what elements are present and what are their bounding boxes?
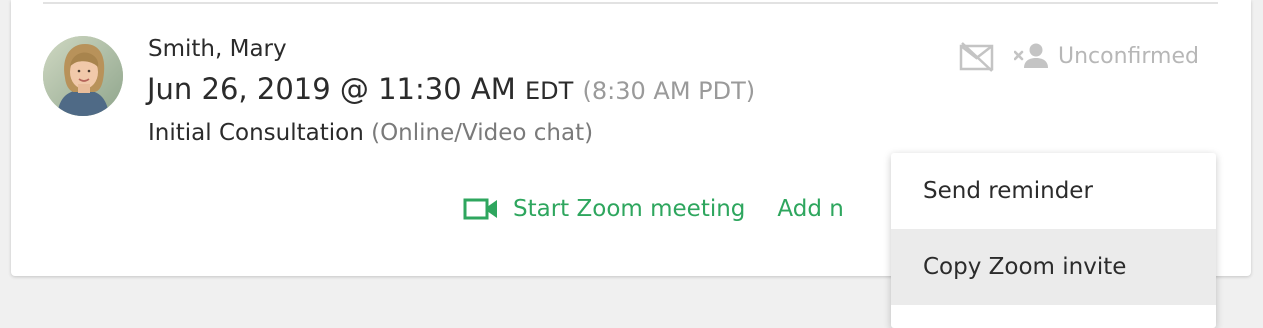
- menu-item-label: Copy Zoom invite: [923, 254, 1127, 280]
- start-zoom-meeting-link[interactable]: Start Zoom meeting: [463, 196, 745, 222]
- service-line: Initial Consultation (Online/Video chat): [148, 120, 593, 146]
- add-link[interactable]: Add n: [777, 196, 843, 222]
- timezone-label: EDT: [524, 77, 574, 105]
- no-email-icon[interactable]: [959, 42, 995, 72]
- divider: [43, 2, 1218, 4]
- status-label: Unconfirmed: [1058, 43, 1199, 69]
- start-zoom-label: Start Zoom meeting: [513, 196, 746, 222]
- action-links: Start Zoom meeting Add n: [463, 196, 844, 222]
- menu-item-label: Send reminder: [923, 178, 1093, 204]
- avatar-photo: [43, 36, 123, 116]
- service-name: Initial Consultation: [148, 120, 364, 146]
- appointment-datetime: Jun 26, 2019 @ 11:30 AM EDT (8:30 AM PDT…: [147, 72, 755, 106]
- avatar: [43, 36, 123, 116]
- add-label: Add n: [777, 196, 844, 222]
- service-mode: (Online/Video chat): [371, 120, 594, 146]
- video-camera-icon: [463, 198, 497, 220]
- menu-item-send-reminder[interactable]: Send reminder: [891, 153, 1216, 229]
- unconfirmed-person-icon: [1014, 43, 1048, 68]
- appointment-time: Jun 26, 2019 @ 11:30 AM: [147, 72, 516, 106]
- menu-item-copy-zoom-invite[interactable]: Copy Zoom invite: [891, 229, 1216, 305]
- dropdown-menu: Send reminder Copy Zoom invite: [891, 153, 1216, 328]
- client-name: Smith, Mary: [148, 36, 287, 62]
- alternate-time: (8:30 AM PDT): [582, 77, 756, 105]
- status-badge: Unconfirmed: [1014, 40, 1199, 72]
